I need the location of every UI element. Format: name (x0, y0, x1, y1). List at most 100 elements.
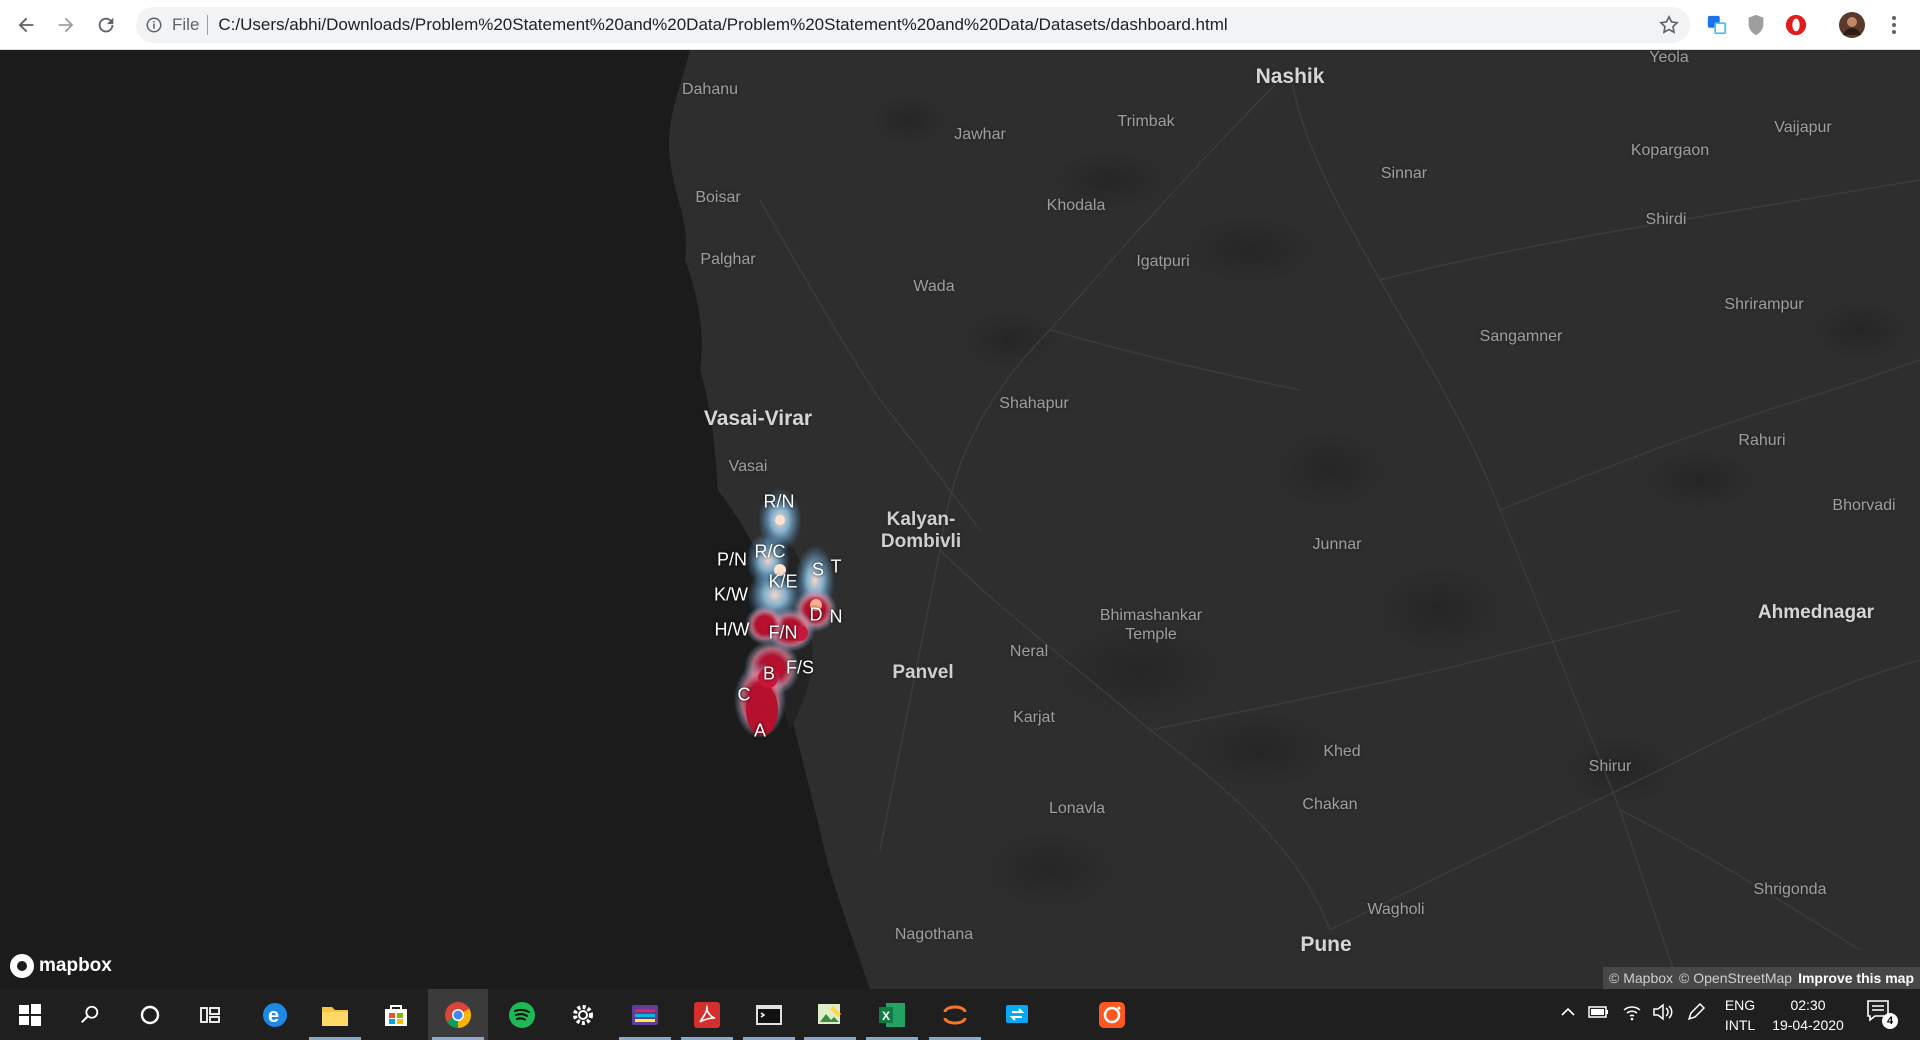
back-arrow-icon (18, 17, 34, 33)
place-label-sinnar: Sinnar (1380, 165, 1428, 182)
spotify-icon[interactable] (492, 989, 552, 1040)
svg-text:e: e (268, 1005, 279, 1027)
place-label-khed: Khed (1323, 743, 1361, 760)
ward-label-b[interactable]: B (763, 664, 775, 685)
place-label-wagholi: Wagholi (1367, 901, 1425, 918)
reload-button[interactable] (86, 5, 126, 45)
place-label-bhorvadi: Bhorvadi (1832, 497, 1896, 514)
terminal-icon[interactable] (739, 989, 799, 1040)
mapbox-logo-text: mapbox (39, 955, 112, 976)
cortana-icon[interactable] (120, 989, 180, 1040)
place-label-kalyan-dombivli: Kalyan- Dombivli (880, 509, 962, 552)
place-label-jawhar: Jawhar (954, 126, 1006, 143)
place-label-wada: Wada (913, 278, 955, 295)
browser-toolbar: File C:/Users/abhi/Downloads/Problem%20S… (0, 0, 1920, 50)
place-label-boisar: Boisar (695, 189, 741, 206)
snip-icon[interactable] (988, 989, 1048, 1040)
input-language-indicator[interactable]: ENG INTL (1718, 995, 1762, 1035)
wifi-icon[interactable] (1622, 1003, 1642, 1024)
ward-label-kw[interactable]: K/W (714, 585, 748, 606)
shield-extension-icon[interactable] (1742, 11, 1770, 39)
place-label-shirur: Shirur (1588, 758, 1632, 775)
place-label-chakan: Chakan (1302, 796, 1358, 813)
ward-label-hw[interactable]: H/W (715, 620, 750, 641)
svg-text:X: X (882, 1009, 890, 1023)
bookmark-star-icon[interactable] (1658, 14, 1680, 41)
place-label-trimbak: Trimbak (1117, 113, 1175, 130)
place-label-kopargaon: Kopargaon (1630, 142, 1710, 159)
url-scheme-label: File (172, 15, 209, 35)
attribution-mapbox-link[interactable]: © Mapbox (1609, 970, 1673, 986)
app-icon[interactable] (615, 989, 675, 1040)
place-label-ahmednagar: Ahmednagar (1757, 602, 1875, 623)
profile-avatar[interactable] (1838, 11, 1866, 39)
place-label-lonavla: Lonavla (1048, 800, 1106, 817)
keyboard-layout: INTL (1724, 1017, 1756, 1033)
language-code: ENG (1724, 997, 1756, 1013)
ward-label-rn[interactable]: R/N (764, 492, 795, 513)
ward-label-a[interactable]: A (754, 721, 766, 742)
notification-count-badge: 4 (1882, 1013, 1898, 1029)
chrome-icon[interactable] (428, 989, 488, 1040)
place-label-neral: Neral (1009, 643, 1049, 660)
windows-taskbar: e X ENG INTL 02:30 19-04-2020 4 (0, 989, 1920, 1040)
task-view-icon[interactable] (180, 989, 240, 1040)
mapbox-logo[interactable]: mapbox (10, 954, 112, 978)
windows-start-icon[interactable] (0, 989, 60, 1040)
clock-date: 19-04-2020 (1772, 1017, 1844, 1033)
ward-label-n[interactable]: N (830, 607, 843, 628)
opera-extension-icon[interactable] (1782, 11, 1810, 39)
attribution-osm-link[interactable]: © OpenStreetMap (1679, 970, 1792, 986)
ward-label-t[interactable]: T (831, 557, 842, 578)
place-label-khodala: Khodala (1046, 197, 1106, 214)
menu-kebab-icon[interactable] (1880, 11, 1908, 39)
photos-icon[interactable] (800, 989, 860, 1040)
ward-label-c[interactable]: C (738, 685, 751, 706)
ward-label-pn[interactable]: P/N (717, 550, 747, 571)
place-label-shrigonda: Shrigonda (1753, 881, 1827, 898)
edge-icon[interactable]: e (245, 989, 305, 1040)
place-label-bhimashankar-temple: Bhimashankar Temple (1099, 607, 1203, 643)
improve-map-link[interactable]: Improve this map (1798, 970, 1914, 986)
settings-icon[interactable] (553, 989, 613, 1040)
place-label-vasai-virar: Vasai-Virar (703, 407, 813, 430)
volume-icon[interactable] (1652, 1003, 1674, 1024)
place-label-nashik: Nashik (1255, 65, 1325, 88)
pen-icon[interactable] (1686, 1002, 1706, 1025)
ward-label-s[interactable]: S (812, 560, 824, 581)
place-label-shrirampur: Shrirampur (1724, 296, 1804, 313)
ward-label-fs[interactable]: F/S (786, 658, 814, 679)
action-center-button[interactable]: 4 (1866, 999, 1900, 1031)
ward-label-rc[interactable]: R/C (755, 542, 786, 563)
chevron-up-icon[interactable] (1560, 1004, 1576, 1023)
back-button[interactable] (6, 5, 46, 45)
place-label-sangamner: Sangamner (1479, 328, 1563, 345)
map-canvas[interactable]: Yeola Dahanu Nashik Vaijapur Jawhar Trim… (0, 50, 1920, 989)
store-icon[interactable] (366, 989, 426, 1040)
battery-icon[interactable] (1588, 1004, 1610, 1023)
acrobat-icon[interactable] (677, 989, 737, 1040)
forward-arrow-icon (58, 17, 74, 33)
jupyter-icon[interactable] (925, 989, 985, 1040)
info-icon[interactable] (136, 16, 172, 34)
place-label-shahapur: Shahapur (999, 395, 1069, 412)
ward-label-d[interactable]: D (810, 605, 823, 626)
ward-label-ke[interactable]: K/E (768, 572, 797, 593)
place-label-vaijapur: Vaijapur (1774, 119, 1832, 136)
camera-app-icon[interactable] (1082, 989, 1142, 1040)
forward-button[interactable] (46, 5, 86, 45)
file-explorer-icon[interactable] (305, 989, 365, 1040)
ward-label-fn[interactable]: F/N (769, 623, 798, 644)
place-label-panvel: Panvel (892, 662, 954, 683)
translate-extension-icon[interactable] (1703, 11, 1731, 39)
taskbar-clock[interactable]: 02:30 19-04-2020 (1766, 995, 1850, 1035)
mapbox-logo-icon (10, 954, 34, 978)
excel-icon[interactable]: X (862, 989, 922, 1040)
place-label-dahanu: Dahanu (681, 81, 739, 98)
place-label-pune: Pune (1300, 933, 1352, 956)
search-icon[interactable] (60, 989, 120, 1040)
place-label-palghar: Palghar (700, 251, 756, 268)
url-text[interactable]: C:/Users/abhi/Downloads/Problem%20Statem… (218, 15, 1227, 35)
address-bar[interactable]: File C:/Users/abhi/Downloads/Problem%20S… (136, 7, 1690, 43)
place-label-rahuri: Rahuri (1738, 432, 1786, 449)
